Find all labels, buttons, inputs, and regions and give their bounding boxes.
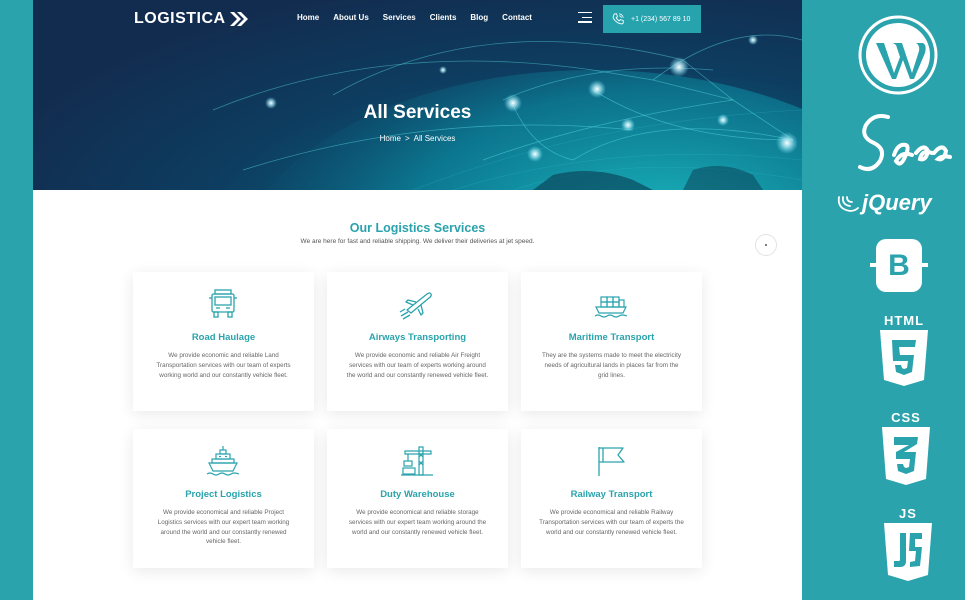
nav-blog[interactable]: Blog xyxy=(470,13,488,22)
card-description: We provide economic and reliable Land Tr… xyxy=(156,352,291,379)
card-description: They are the systems made to meet the el… xyxy=(542,352,681,379)
section-title: Our Logistics Services xyxy=(349,221,486,235)
main-nav: Home About Us Services Clients Blog Cont… xyxy=(297,13,546,22)
card-description: We provide economical and reliable stora… xyxy=(348,509,487,536)
scroll-indicator[interactable] xyxy=(755,234,777,256)
wordpress-icon xyxy=(858,15,938,95)
top-navbar: LOGISTICA Home About Us Services Clients… xyxy=(33,0,802,38)
nav-contact[interactable]: Contact xyxy=(502,13,532,22)
card-title: Duty Warehouse xyxy=(380,489,455,500)
javascript-logo: JS xyxy=(882,506,934,588)
phone-button[interactable]: +1 (234) 567 89 10 xyxy=(603,5,701,33)
breadcrumb: Home > All Services xyxy=(33,134,802,143)
card-description: We provide economic and reliable Air Fre… xyxy=(346,352,489,379)
crane-icon xyxy=(401,446,433,476)
bootstrap-letter: B xyxy=(888,248,910,282)
card-description: We provide economical and reliable Proje… xyxy=(157,509,290,546)
card-title: Project Logistics xyxy=(185,489,262,500)
logo-text: LOGISTICA xyxy=(134,10,226,27)
service-card[interactable]: Railway Transport We provide economical … xyxy=(521,429,702,568)
js-label: JS xyxy=(899,506,917,521)
cargo-ship-icon xyxy=(594,296,628,318)
html5-shield-icon xyxy=(880,330,928,386)
css3-label: CSS xyxy=(891,410,921,425)
css3-shield-icon xyxy=(882,427,930,485)
hero-banner: LOGISTICA Home About Us Services Clients… xyxy=(33,0,802,190)
left-border xyxy=(0,0,33,600)
card-description: We provide economical and reliable Railw… xyxy=(539,509,684,536)
service-card[interactable]: Road Haulage We provide economic and rel… xyxy=(133,272,314,411)
service-card[interactable]: Airways Transporting We provide economic… xyxy=(327,272,508,411)
hamburger-menu-icon[interactable] xyxy=(578,12,592,24)
ship-icon xyxy=(206,446,240,476)
card-title: Maritime Transport xyxy=(568,332,655,343)
breadcrumb-home[interactable]: Home xyxy=(380,134,401,143)
truck-icon xyxy=(209,289,237,318)
website-preview: LOGISTICA Home About Us Services Clients… xyxy=(33,0,802,600)
jquery-logo: jQuery xyxy=(836,190,932,216)
css3-logo: CSS xyxy=(880,410,932,492)
bootstrap-logo: B xyxy=(868,237,930,294)
section-subtitle: We are here for fast and reliable shippi… xyxy=(300,238,535,245)
tech-stack-panel: jQuery B HTML CSS JS xyxy=(802,0,965,600)
nav-about[interactable]: About Us xyxy=(333,13,369,22)
html5-logo: HTML xyxy=(878,313,930,393)
service-card[interactable]: Duty Warehouse We provide economical and… xyxy=(327,429,508,568)
nav-services[interactable]: Services xyxy=(383,13,416,22)
page-title: All Services xyxy=(363,102,472,123)
service-card[interactable]: Maritime Transport They are the systems … xyxy=(521,272,702,411)
nav-home[interactable]: Home xyxy=(297,13,319,22)
sass-logo xyxy=(858,114,952,171)
phone-number: +1 (234) 567 89 10 xyxy=(631,15,691,23)
site-logo[interactable]: LOGISTICA xyxy=(134,9,249,29)
jquery-text: jQuery xyxy=(862,190,932,215)
nav-clients[interactable]: Clients xyxy=(430,13,457,22)
js-shield-icon xyxy=(884,523,932,581)
jquery-swirl-icon xyxy=(837,196,859,212)
phone-icon xyxy=(612,13,624,25)
breadcrumb-current: All Services xyxy=(413,134,456,143)
card-title: Road Haulage xyxy=(191,332,256,343)
flag-icon xyxy=(598,447,625,476)
breadcrumb-separator: > xyxy=(404,134,410,143)
service-card[interactable]: Project Logistics We provide economical … xyxy=(133,429,314,568)
card-title: Railway Transport xyxy=(570,489,653,500)
html5-label: HTML xyxy=(883,313,925,328)
card-title: Airways Transporting xyxy=(368,332,467,343)
airplane-icon xyxy=(399,292,432,320)
double-chevron-icon xyxy=(229,12,248,26)
